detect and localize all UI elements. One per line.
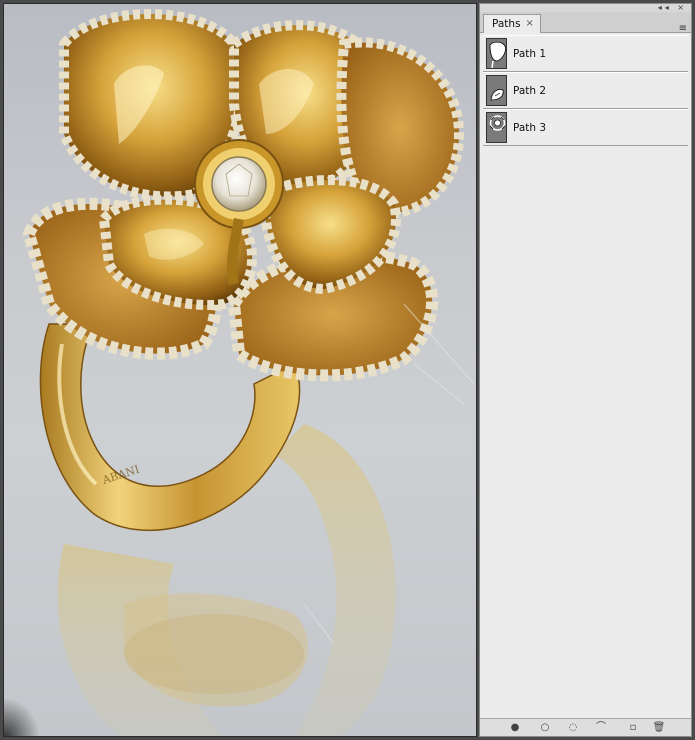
- path-row-3[interactable]: Path 3: [483, 109, 688, 146]
- paths-panel: ◂◂ × Paths × ≡ Path 1 Path 2 Path 3 ● ○ …: [479, 3, 692, 737]
- path-1-thumbnail-icon: [486, 38, 507, 69]
- fill-path-button[interactable]: ●: [508, 721, 522, 734]
- delete-path-button[interactable]: 🗑: [652, 721, 666, 734]
- stroke-path-button[interactable]: ○: [538, 721, 552, 734]
- document-canvas[interactable]: ABANI: [3, 3, 477, 737]
- load-as-selection-button[interactable]: ◌: [566, 721, 580, 734]
- panel-bottom-toolbar: ● ○ ◌ ⌒ ▫ 🗑: [480, 718, 691, 736]
- ring-photo: ABANI: [4, 9, 475, 736]
- photoshop-workspace: ABANI ◂◂ × Paths × ≡ Path 1 Path 2 Path …: [0, 0, 695, 740]
- panel-collapse-controls[interactable]: ◂◂ ×: [658, 4, 687, 12]
- path-3-thumbnail-icon: [486, 112, 507, 143]
- close-icon[interactable]: ×: [526, 15, 534, 33]
- panel-tab-bar: Paths × ≡: [480, 12, 691, 34]
- tab-paths-label: Paths: [492, 18, 521, 30]
- paths-list: Path 1 Path 2 Path 3: [483, 35, 688, 146]
- path-row-1[interactable]: Path 1: [483, 35, 688, 72]
- path-1-label: Path 1: [513, 47, 547, 60]
- path-3-label: Path 3: [513, 121, 547, 134]
- path-row-2[interactable]: Path 2: [483, 72, 688, 109]
- make-work-path-button[interactable]: ⌒: [594, 721, 608, 734]
- path-2-label: Path 2: [513, 84, 547, 97]
- new-path-button[interactable]: ▫: [626, 721, 640, 734]
- path-2-thumbnail-icon: [486, 75, 507, 106]
- panel-menu-icon[interactable]: ≡: [679, 24, 687, 34]
- panel-title-strip[interactable]: ◂◂ ×: [480, 4, 691, 12]
- tab-paths[interactable]: Paths ×: [483, 14, 541, 33]
